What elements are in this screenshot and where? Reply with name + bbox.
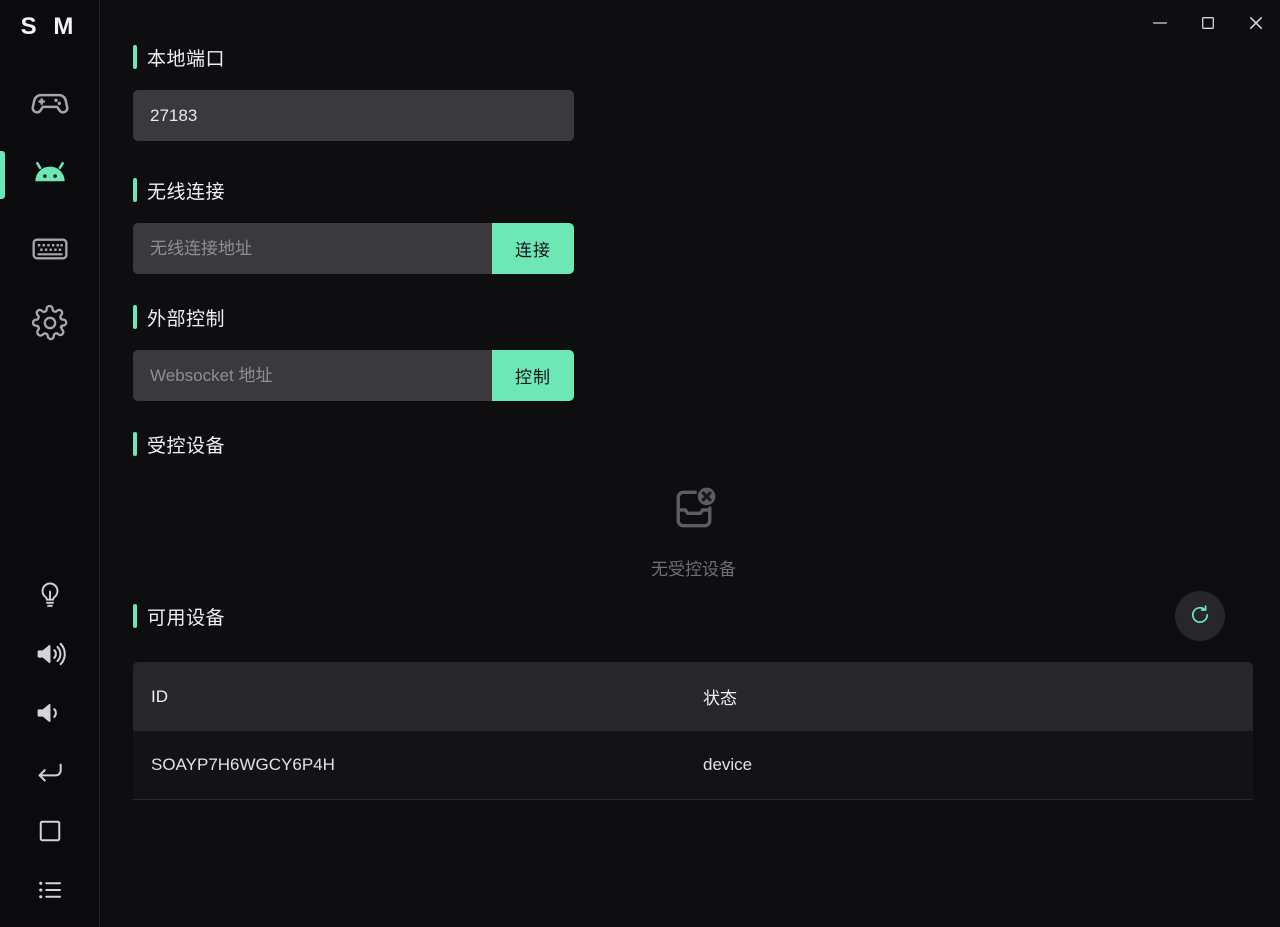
external-control-title: 外部控制 [133, 304, 1254, 330]
sidebar-item-home[interactable] [0, 801, 99, 860]
maximize-button[interactable] [1184, 0, 1232, 46]
home-square-icon [35, 816, 65, 846]
available-devices-header: 可用设备 [133, 591, 1254, 641]
volume-down-icon [34, 697, 66, 729]
sidebar-nav-bottom [0, 565, 99, 919]
local-port-input[interactable] [133, 90, 574, 141]
controlled-devices-title: 受控设备 [133, 431, 1254, 457]
sidebar-nav-top [0, 64, 99, 360]
control-button[interactable]: 控制 [492, 350, 574, 401]
table-header-row: ID 状态 [133, 662, 1253, 731]
wireless-title: 无线连接 [133, 177, 1254, 203]
main-content: 本地端口 无线连接 连接 外部控制 控制 受控设备 [100, 0, 1280, 927]
sidebar-item-settings[interactable] [0, 286, 99, 360]
available-devices-title: 可用设备 [133, 603, 225, 629]
sidebar-item-recent-apps[interactable] [0, 860, 99, 919]
column-header-id: ID [151, 686, 168, 706]
list-icon [35, 875, 65, 905]
android-icon [28, 153, 72, 197]
gear-icon [30, 303, 70, 343]
local-port-title: 本地端口 [133, 44, 1254, 70]
minimize-icon [1149, 12, 1171, 34]
table-row[interactable]: SOAYP7H6WGCY6P4H device [133, 731, 1253, 800]
sidebar-item-gamepad[interactable] [0, 64, 99, 138]
keyboard-icon [30, 229, 70, 269]
gamepad-icon [30, 81, 70, 121]
column-header-status: 状态 [703, 689, 737, 708]
controlled-devices-empty-state: 无受控设备 [133, 471, 1254, 591]
sidebar-item-android[interactable] [0, 138, 99, 212]
device-id: SOAYP7H6WGCY6P4H [151, 755, 335, 774]
sidebar-item-volume-down[interactable] [0, 683, 99, 742]
sidebar: S M [0, 0, 100, 927]
sidebar-item-back[interactable] [0, 742, 99, 801]
app-window: S M 本地端口 27183 无线连接 无线连接地址 连接 外部控制 Webso… [0, 0, 1280, 927]
sidebar-item-volume-up[interactable] [0, 624, 99, 683]
back-arrow-icon [34, 756, 66, 788]
available-devices-table: ID 状态 SOAYP7H6WGCY6P4H device [133, 662, 1253, 800]
controlled-devices-empty-label: 无受控设备 [651, 560, 736, 579]
connect-button[interactable]: 连接 [492, 223, 574, 274]
local-port-field[interactable] [133, 90, 574, 141]
maximize-icon [1197, 12, 1219, 34]
refresh-icon [1188, 603, 1212, 630]
wireless-address-input[interactable] [133, 223, 492, 274]
device-status: device [703, 755, 753, 774]
app-logo: S M [20, 13, 79, 40]
refresh-devices-button[interactable] [1175, 591, 1225, 641]
volume-up-icon [34, 638, 66, 670]
sidebar-item-power[interactable] [0, 565, 99, 624]
inbox-x-icon [667, 482, 721, 541]
sidebar-item-keyboard[interactable] [0, 212, 99, 286]
close-button[interactable] [1232, 0, 1280, 46]
titlebar [100, 0, 1280, 46]
external-control-field[interactable]: 控制 [133, 350, 574, 401]
websocket-address-input[interactable] [133, 350, 492, 401]
close-icon [1245, 12, 1267, 34]
minimize-button[interactable] [1136, 0, 1184, 46]
wireless-field[interactable]: 连接 [133, 223, 574, 274]
lightbulb-icon [35, 580, 65, 610]
